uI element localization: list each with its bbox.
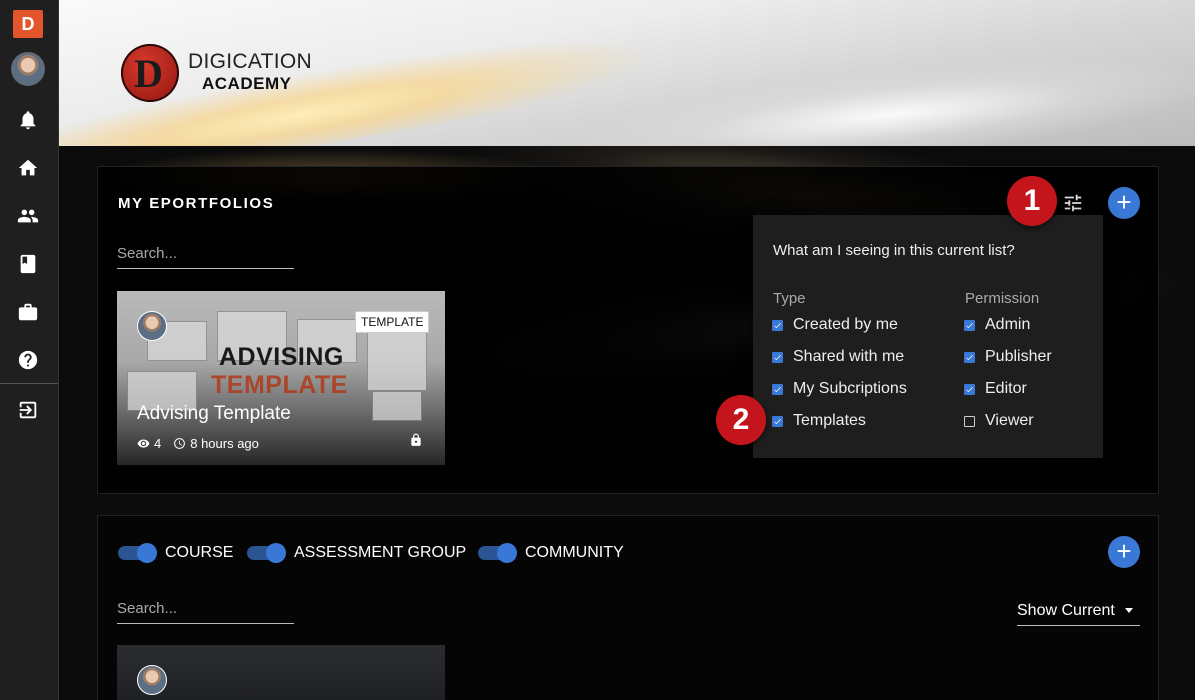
home-icon[interactable] bbox=[16, 156, 40, 180]
filter-my-subscriptions[interactable]: My Subcriptions bbox=[772, 380, 907, 398]
filter-shared-with-me[interactable]: Shared with me bbox=[772, 348, 904, 366]
filter-dropdown: What am I seeing in this current list? T… bbox=[753, 215, 1103, 458]
add-group-button[interactable]: + bbox=[1108, 536, 1140, 568]
app-root: D D DIGICATION ACADEMY MY EPORTFOLIOS Se… bbox=[0, 0, 1195, 700]
owner-avatar bbox=[137, 665, 167, 695]
annotation-badge-1: 1 bbox=[1007, 176, 1057, 226]
toggle-community[interactable]: COMMUNITY bbox=[478, 543, 624, 563]
checkbox-checked[interactable] bbox=[772, 415, 783, 427]
filter-admin[interactable]: Admin bbox=[964, 316, 1030, 334]
card-thumbnail-subheadline: TEMPLATE bbox=[211, 371, 348, 399]
toggle-switch[interactable] bbox=[247, 543, 286, 563]
permission-header: Permission bbox=[965, 290, 1040, 307]
checkbox-checked[interactable] bbox=[964, 351, 975, 363]
owner-avatar bbox=[137, 311, 167, 341]
card-meta: 4 8 hours ago bbox=[137, 436, 259, 451]
logout-icon[interactable] bbox=[16, 398, 40, 422]
eportfolio-card[interactable]: TEMPLATE ADVISING TEMPLATE Advising Temp… bbox=[117, 291, 445, 465]
toggle-assessment-group[interactable]: ASSESSMENT GROUP bbox=[247, 543, 466, 563]
filter-settings-icon[interactable] bbox=[1060, 191, 1086, 215]
filter-question: What am I seeing in this current list? bbox=[773, 242, 1015, 259]
filter-viewer[interactable]: Viewer bbox=[964, 412, 1034, 430]
sidebar: D bbox=[0, 0, 59, 700]
eye-icon bbox=[137, 439, 150, 448]
book-icon[interactable] bbox=[16, 252, 40, 276]
panel-title: MY EPORTFOLIOS bbox=[118, 195, 275, 212]
toggle-switch[interactable] bbox=[478, 543, 517, 563]
checkbox-unchecked[interactable] bbox=[964, 415, 975, 427]
sidebar-divider bbox=[0, 383, 58, 384]
group-card[interactable] bbox=[117, 645, 445, 700]
view-count: 4 bbox=[154, 436, 162, 451]
user-avatar[interactable] bbox=[11, 52, 45, 86]
checkbox-checked[interactable] bbox=[772, 319, 783, 331]
app-logo[interactable]: D bbox=[13, 10, 43, 38]
caret-down-icon bbox=[1124, 608, 1133, 613]
filter-publisher[interactable]: Publisher bbox=[964, 348, 1052, 366]
filter-editor[interactable]: Editor bbox=[964, 380, 1027, 398]
group-search-input[interactable] bbox=[117, 594, 294, 624]
card-title[interactable]: Advising Template bbox=[137, 403, 291, 425]
last-updated: 8 hours ago bbox=[190, 436, 259, 451]
checkbox-checked[interactable] bbox=[772, 351, 783, 363]
bell-icon[interactable] bbox=[16, 108, 40, 132]
annotation-badge-2: 2 bbox=[716, 395, 766, 445]
card-thumbnail-headline: ADVISING bbox=[219, 343, 344, 371]
lock-icon bbox=[409, 433, 423, 447]
brand-subname: ACADEMY bbox=[202, 74, 292, 93]
toggle-course[interactable]: COURSE bbox=[118, 543, 233, 563]
type-header: Type bbox=[773, 290, 806, 307]
eportfolio-search-input[interactable] bbox=[117, 239, 294, 269]
checkbox-checked[interactable] bbox=[964, 383, 975, 395]
checkbox-checked[interactable] bbox=[964, 319, 975, 331]
template-badge: TEMPLATE bbox=[355, 311, 430, 333]
filter-created-by-me[interactable]: Created by me bbox=[772, 316, 898, 334]
toggle-switch[interactable] bbox=[118, 543, 157, 563]
add-eportfolio-button[interactable]: + bbox=[1108, 187, 1140, 219]
people-icon[interactable] bbox=[16, 204, 40, 228]
help-icon[interactable] bbox=[16, 348, 40, 372]
show-current-select[interactable]: Show Current bbox=[1017, 596, 1140, 626]
groups-panel: COURSE ASSESSMENT GROUP COMMUNITY + Show… bbox=[97, 515, 1159, 700]
filter-templates[interactable]: Templates bbox=[772, 412, 866, 430]
brand-logo-mark: D bbox=[121, 44, 179, 102]
checkbox-checked[interactable] bbox=[772, 383, 783, 395]
briefcase-icon[interactable] bbox=[16, 300, 40, 324]
brand-name: DIGICATION bbox=[188, 50, 312, 73]
clock-icon bbox=[174, 438, 186, 449]
header-banner: D DIGICATION ACADEMY bbox=[59, 0, 1195, 146]
